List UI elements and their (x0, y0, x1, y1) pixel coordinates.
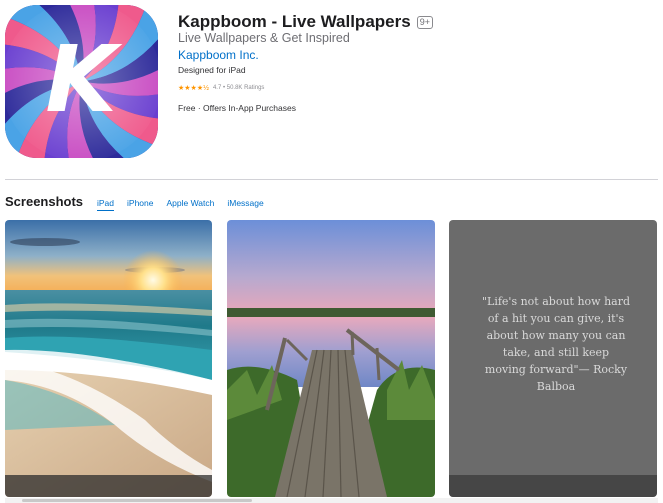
tab-ipad[interactable]: iPad (97, 198, 115, 211)
scrollbar-thumb[interactable] (22, 499, 252, 502)
rating-summary: 4.7 • 50.8K Ratings (212, 85, 265, 91)
age-rating-badge: 9+ (416, 15, 433, 29)
screenshot-quote[interactable]: "Life's not about how hard of a hit you … (449, 220, 657, 497)
tab-apple-watch[interactable]: Apple Watch (166, 198, 214, 211)
app-title: Kappboom - Live Wallpapers (178, 12, 411, 31)
developer-link[interactable]: Kappboom Inc. (178, 48, 259, 62)
app-subtitle: Live Wallpapers & Get Inspired (178, 31, 350, 45)
app-icon: K (5, 5, 158, 158)
tab-imessage[interactable]: iMessage (227, 198, 263, 211)
designed-for-label: Designed for iPad (178, 65, 246, 75)
quote-text: "Life's not about how hard of a hit you … (481, 295, 631, 393)
screenshot-beach[interactable] (5, 220, 212, 497)
section-divider (5, 179, 658, 180)
screenshot-pier[interactable] (227, 220, 435, 497)
device-tabs: iPad iPhone Apple Watch iMessage (97, 198, 277, 211)
tab-iphone[interactable]: iPhone (127, 198, 153, 211)
price-label: Free · Offers In-App Purchases (178, 103, 296, 113)
screenshots-heading: Screenshots (5, 194, 84, 209)
rating-row: ★★★★½ 4.7 • 50.8K Ratings (178, 84, 264, 92)
icon-letter: K (45, 26, 122, 133)
star-rating-icon: ★★★★½ (178, 85, 209, 92)
screenshot-toolbar (449, 475, 657, 497)
